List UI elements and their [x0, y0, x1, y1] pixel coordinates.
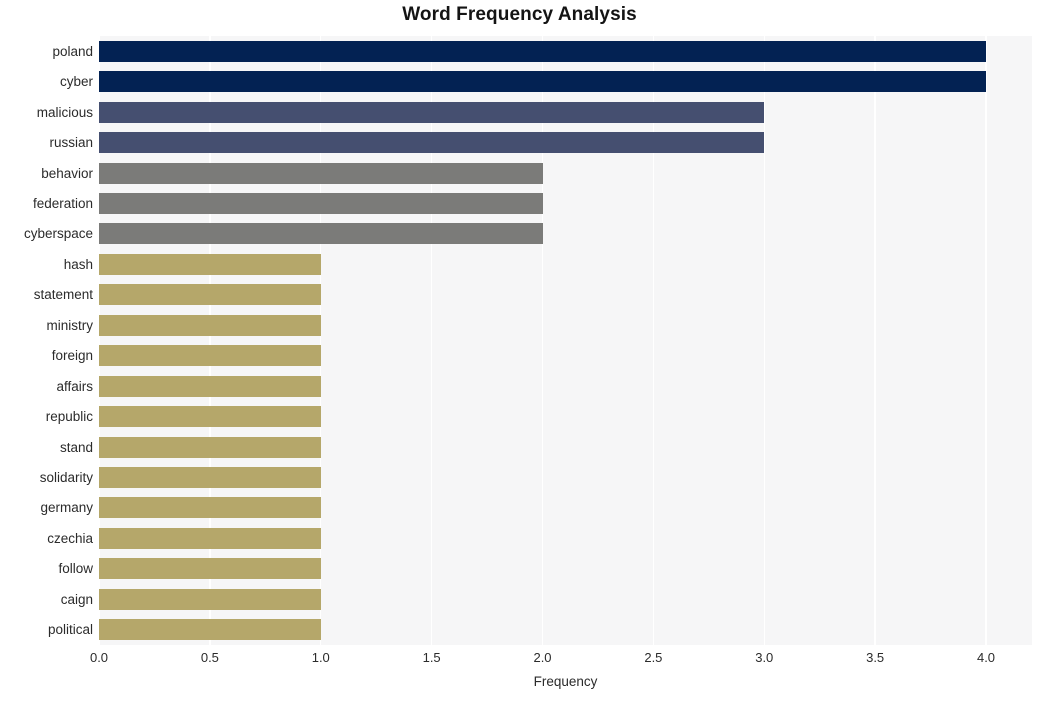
chart-title: Word Frequency Analysis	[402, 4, 637, 25]
bar-stand	[99, 436, 321, 458]
bar-behavior	[99, 162, 543, 184]
x-tick-label-0.0: 0.0	[89, 650, 109, 665]
bar-republic	[99, 406, 321, 428]
bar-follow	[99, 558, 321, 580]
bar-affairs	[99, 375, 321, 397]
bar-hash	[99, 253, 321, 275]
y-tick-label-follow: follow	[58, 561, 93, 577]
x-tick-label-1.5: 1.5	[422, 650, 441, 665]
x-axis-title: Frequency	[533, 674, 598, 689]
gridline-vertical	[430, 36, 433, 645]
bar-foreign	[99, 345, 321, 367]
x-tick-label-2.0: 2.0	[533, 650, 552, 665]
x-axis-tick-labels: 0.0 0.5 1.0 1.5 2.0 2.5 3.0 3.5 4.0	[0, 650, 1039, 670]
gridline-vertical	[99, 36, 100, 645]
gridline-vertical	[541, 36, 544, 645]
y-tick-label-russian: russian	[49, 135, 93, 151]
y-tick-label-solidarity: solidarity	[39, 470, 93, 486]
x-tick-label-2.5: 2.5	[644, 650, 663, 665]
x-tick-label-4.0: 4.0	[976, 650, 996, 665]
bar-ministry	[99, 314, 321, 336]
y-axis-tick-labels: poland cyber malicious russian behavior feder…	[0, 36, 93, 645]
y-tick-label-political: political	[47, 622, 93, 638]
y-tick-label-germany: germany	[40, 500, 93, 516]
y-tick-label-hash: hash	[63, 256, 93, 272]
bar-cyberspace	[99, 223, 543, 245]
plot-area	[99, 36, 1032, 645]
bar-czechia	[99, 527, 321, 549]
y-tick-label-caign: caign	[60, 591, 93, 607]
y-tick-label-federation: federation	[32, 195, 93, 211]
bar-poland	[99, 40, 986, 62]
bar-cyber	[99, 71, 986, 93]
y-tick-label-cyberspace: cyberspace	[23, 226, 93, 242]
word-frequency-bar-chart: Word Frequency Analysis poland cyber malic…	[0, 0, 1039, 701]
bar-russian	[99, 132, 765, 154]
y-tick-label-cyber: cyber	[59, 74, 93, 90]
gridline-vertical	[874, 36, 876, 645]
y-tick-label-foreign: foreign	[51, 348, 93, 364]
bar-solidarity	[99, 467, 321, 489]
x-tick-label-1.0: 1.0	[311, 650, 330, 665]
gridline-vertical	[320, 36, 322, 645]
gridline-vertical	[985, 36, 987, 645]
bar-malicious	[99, 101, 765, 123]
y-tick-label-statement: statement	[33, 287, 93, 303]
y-tick-label-behavior: behavior	[41, 165, 93, 181]
y-tick-label-czechia: czechia	[47, 530, 93, 546]
bar-political	[99, 619, 321, 641]
bar-germany	[99, 497, 321, 519]
y-tick-label-republic: republic	[45, 409, 93, 425]
x-tick-label-0.5: 0.5	[200, 650, 219, 665]
y-tick-label-stand: stand	[59, 439, 93, 455]
x-tick-label-3.0: 3.0	[755, 650, 774, 665]
bar-statement	[99, 284, 321, 306]
y-tick-label-ministry: ministry	[46, 317, 94, 333]
gridline-vertical	[652, 36, 655, 645]
gridline-vertical	[209, 36, 211, 645]
gridline-vertical	[763, 36, 765, 645]
y-tick-label-affairs: affairs	[56, 378, 93, 394]
y-tick-label-poland: poland	[52, 43, 93, 59]
x-tick-label-3.5: 3.5	[866, 650, 885, 665]
bar-federation	[99, 192, 543, 214]
bar-caign	[99, 588, 321, 610]
y-tick-label-malicious: malicious	[36, 104, 93, 120]
